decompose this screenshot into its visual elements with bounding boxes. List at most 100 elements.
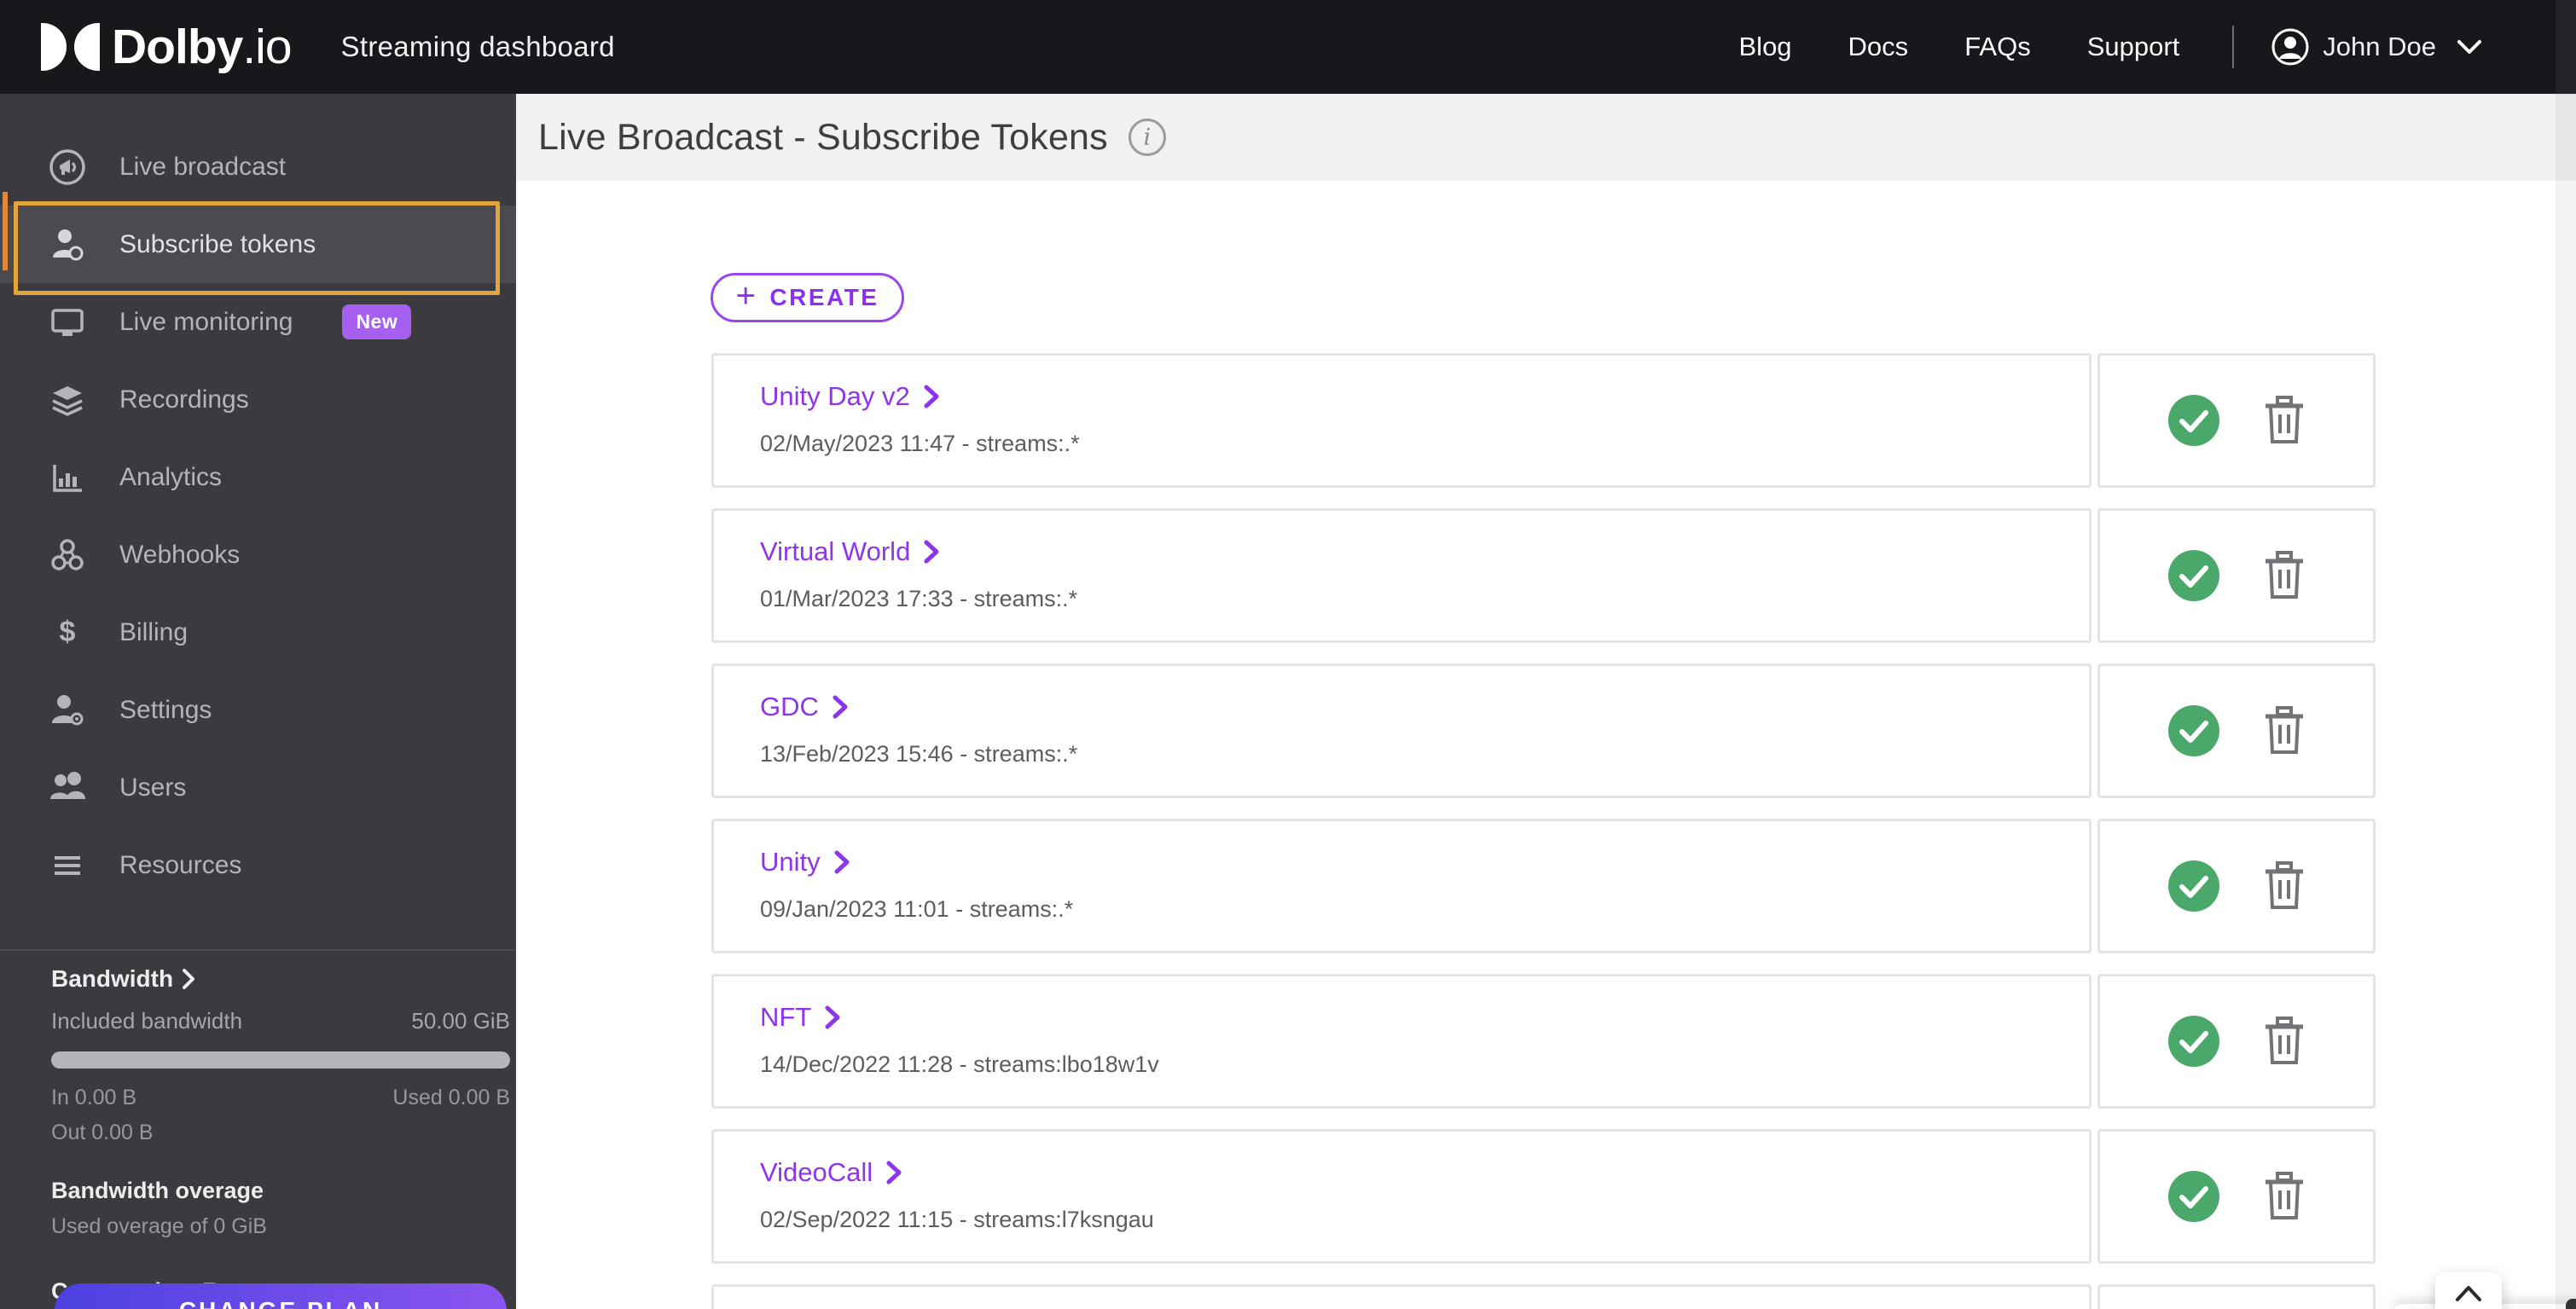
sidebar-item-webhooks[interactable]: Webhooks xyxy=(0,516,516,594)
nav-link-docs[interactable]: Docs xyxy=(1848,32,1909,62)
sidebar-item-recordings[interactable]: Recordings xyxy=(0,361,516,438)
token-meta: 02/May/2023 11:47 - streams:.* xyxy=(760,431,1080,456)
sidebar-item-label: Live monitoring xyxy=(119,307,293,336)
plus-icon: + xyxy=(735,276,758,315)
layers-icon xyxy=(48,380,87,420)
user-menu[interactable]: John Doe xyxy=(2271,28,2482,66)
users-icon xyxy=(48,768,87,808)
logo-text: Dolby .io xyxy=(112,20,293,74)
bandwidth-overage-detail: Used overage of 0 GiB xyxy=(51,1214,267,1238)
nav-link-support[interactable]: Support xyxy=(2087,32,2180,62)
dolby-double-d-icon xyxy=(41,23,100,71)
trash-icon[interactable] xyxy=(2262,1017,2306,1066)
bandwidth-title-label: Bandwidth xyxy=(51,965,174,992)
list-icon xyxy=(48,846,87,885)
broadcast-icon xyxy=(48,148,87,187)
included-bandwidth-label: Included bandwidth xyxy=(51,1008,243,1034)
info-icon[interactable]: i xyxy=(1128,119,1166,156)
sidebar-item-resources[interactable]: Resources xyxy=(0,826,516,904)
token-name: GDC xyxy=(760,692,819,721)
chevron-right-icon xyxy=(834,850,850,874)
sidebar-item-live-broadcast[interactable]: Live broadcast xyxy=(0,128,516,206)
token-actions xyxy=(2097,974,2376,1109)
included-bandwidth-value: 50.00 GiB xyxy=(411,1008,510,1034)
bandwidth-overage-title: Bandwidth overage xyxy=(51,1178,264,1203)
chevron-up-icon xyxy=(2456,1286,2481,1301)
token-link[interactable]: Unity Day v2 xyxy=(760,381,2089,412)
token-meta: 02/Sep/2022 11:15 - streams:l7ksngau xyxy=(760,1207,1154,1232)
token-name: NFT xyxy=(760,1002,812,1032)
top-header: Dolby .io Streaming dashboard Blog Docs F… xyxy=(0,0,2576,94)
token-card: GDC 13/Feb/2023 15:46 - streams:.* xyxy=(711,663,2092,798)
token-meta: 01/Mar/2023 17:33 - streams:.* xyxy=(760,586,1078,611)
token-card: Unity Day v2 02/May/2023 11:47 - streams… xyxy=(711,353,2092,488)
page-title-bar: Live Broadcast - Subscribe Tokens i xyxy=(516,94,2576,181)
token-link[interactable]: NFT xyxy=(760,1002,2089,1033)
sidebar-item-label: Users xyxy=(119,773,187,802)
nav-link-faqs[interactable]: FAQs xyxy=(1964,32,2031,62)
webhook-icon xyxy=(48,536,87,575)
token-actions xyxy=(2097,819,2376,953)
bar-chart-icon xyxy=(48,458,87,497)
sidebar-item-billing[interactable]: $ Billing xyxy=(0,594,516,671)
token-meta: 13/Feb/2023 15:46 - streams:.* xyxy=(760,741,1078,767)
token-meta: 14/Dec/2022 11:28 - streams:lbo18w1v xyxy=(760,1051,1159,1077)
token-link[interactable]: GDC xyxy=(760,692,2089,722)
active-check-icon xyxy=(2167,1169,2221,1224)
trash-icon[interactable] xyxy=(2262,861,2306,911)
dolby-logo[interactable]: Dolby .io xyxy=(41,19,293,75)
sidebar-item-label: Live broadcast xyxy=(119,152,287,181)
sidebar-item-settings[interactable]: Settings xyxy=(0,671,516,749)
trash-icon[interactable] xyxy=(2262,706,2306,756)
sidebar-item-label: Billing xyxy=(119,617,189,646)
sidebar-item-subscribe-tokens[interactable]: Subscribe tokens xyxy=(0,206,516,283)
token-card-partial xyxy=(711,1284,2092,1309)
page-title: Live Broadcast - Subscribe Tokens xyxy=(538,116,1108,158)
active-check-icon xyxy=(2167,859,2221,913)
bandwidth-panel: Bandwidth Included bandwidth 50.00 GiB I… xyxy=(51,965,510,1305)
sidebar-item-label: Webhooks xyxy=(119,540,241,569)
create-token-button[interactable]: + CREATE xyxy=(711,273,904,322)
token-card: VideoCall 02/Sep/2022 11:15 - streams:l7… xyxy=(711,1129,2092,1264)
active-check-icon xyxy=(2167,704,2221,758)
corner-widget xyxy=(2566,1299,2576,1309)
token-name: Unity xyxy=(760,847,821,877)
trash-icon[interactable] xyxy=(2262,1172,2306,1221)
token-name: Virtual World xyxy=(760,536,911,566)
active-check-icon xyxy=(2167,548,2221,603)
nav-link-blog[interactable]: Blog xyxy=(1739,32,1792,62)
monitor-icon xyxy=(48,303,87,342)
dollar-icon: $ xyxy=(59,616,76,648)
sidebar: Live broadcast Subscribe tokens Live mon… xyxy=(0,94,516,1309)
token-card: NFT 14/Dec/2022 11:28 - streams:lbo18w1v xyxy=(711,974,2092,1109)
token-actions-partial xyxy=(2097,1284,2376,1309)
bandwidth-out-value: Out 0.00 B xyxy=(51,1121,154,1144)
sidebar-item-label: Subscribe tokens xyxy=(119,229,316,258)
active-item-accent-bar xyxy=(3,192,8,270)
trash-icon[interactable] xyxy=(2262,396,2306,445)
token-name: VideoCall xyxy=(760,1157,873,1187)
sidebar-nav: Live broadcast Subscribe tokens Live mon… xyxy=(0,128,516,904)
sidebar-item-users[interactable]: Users xyxy=(0,749,516,826)
token-link[interactable]: Unity xyxy=(760,847,2089,877)
change-plan-button[interactable]: CHANGE PLAN xyxy=(55,1283,507,1309)
sidebar-item-analytics[interactable]: Analytics xyxy=(0,438,516,516)
chevron-right-icon xyxy=(183,969,195,989)
sidebar-divider xyxy=(0,949,516,951)
new-badge: New xyxy=(342,304,412,339)
bandwidth-progress-bar xyxy=(51,1051,510,1069)
token-name: Unity Day v2 xyxy=(760,381,910,411)
token-actions xyxy=(2097,1129,2376,1264)
bandwidth-title[interactable]: Bandwidth xyxy=(51,965,510,993)
token-meta: 09/Jan/2023 11:01 - streams:.* xyxy=(760,896,1074,922)
chevron-right-icon xyxy=(833,695,848,719)
trash-icon[interactable] xyxy=(2262,551,2306,600)
scroll-to-top-button[interactable] xyxy=(2435,1272,2502,1309)
token-link[interactable]: VideoCall xyxy=(760,1157,2089,1188)
main-content: + CREATE Unity Day v2 02/May/2023 11:47 … xyxy=(516,181,2576,1309)
subscriber-icon xyxy=(48,225,87,264)
token-actions xyxy=(2097,508,2376,643)
chevron-right-icon xyxy=(924,385,939,408)
token-link[interactable]: Virtual World xyxy=(760,536,2089,567)
sidebar-item-live-monitoring[interactable]: Live monitoring New xyxy=(0,283,516,361)
